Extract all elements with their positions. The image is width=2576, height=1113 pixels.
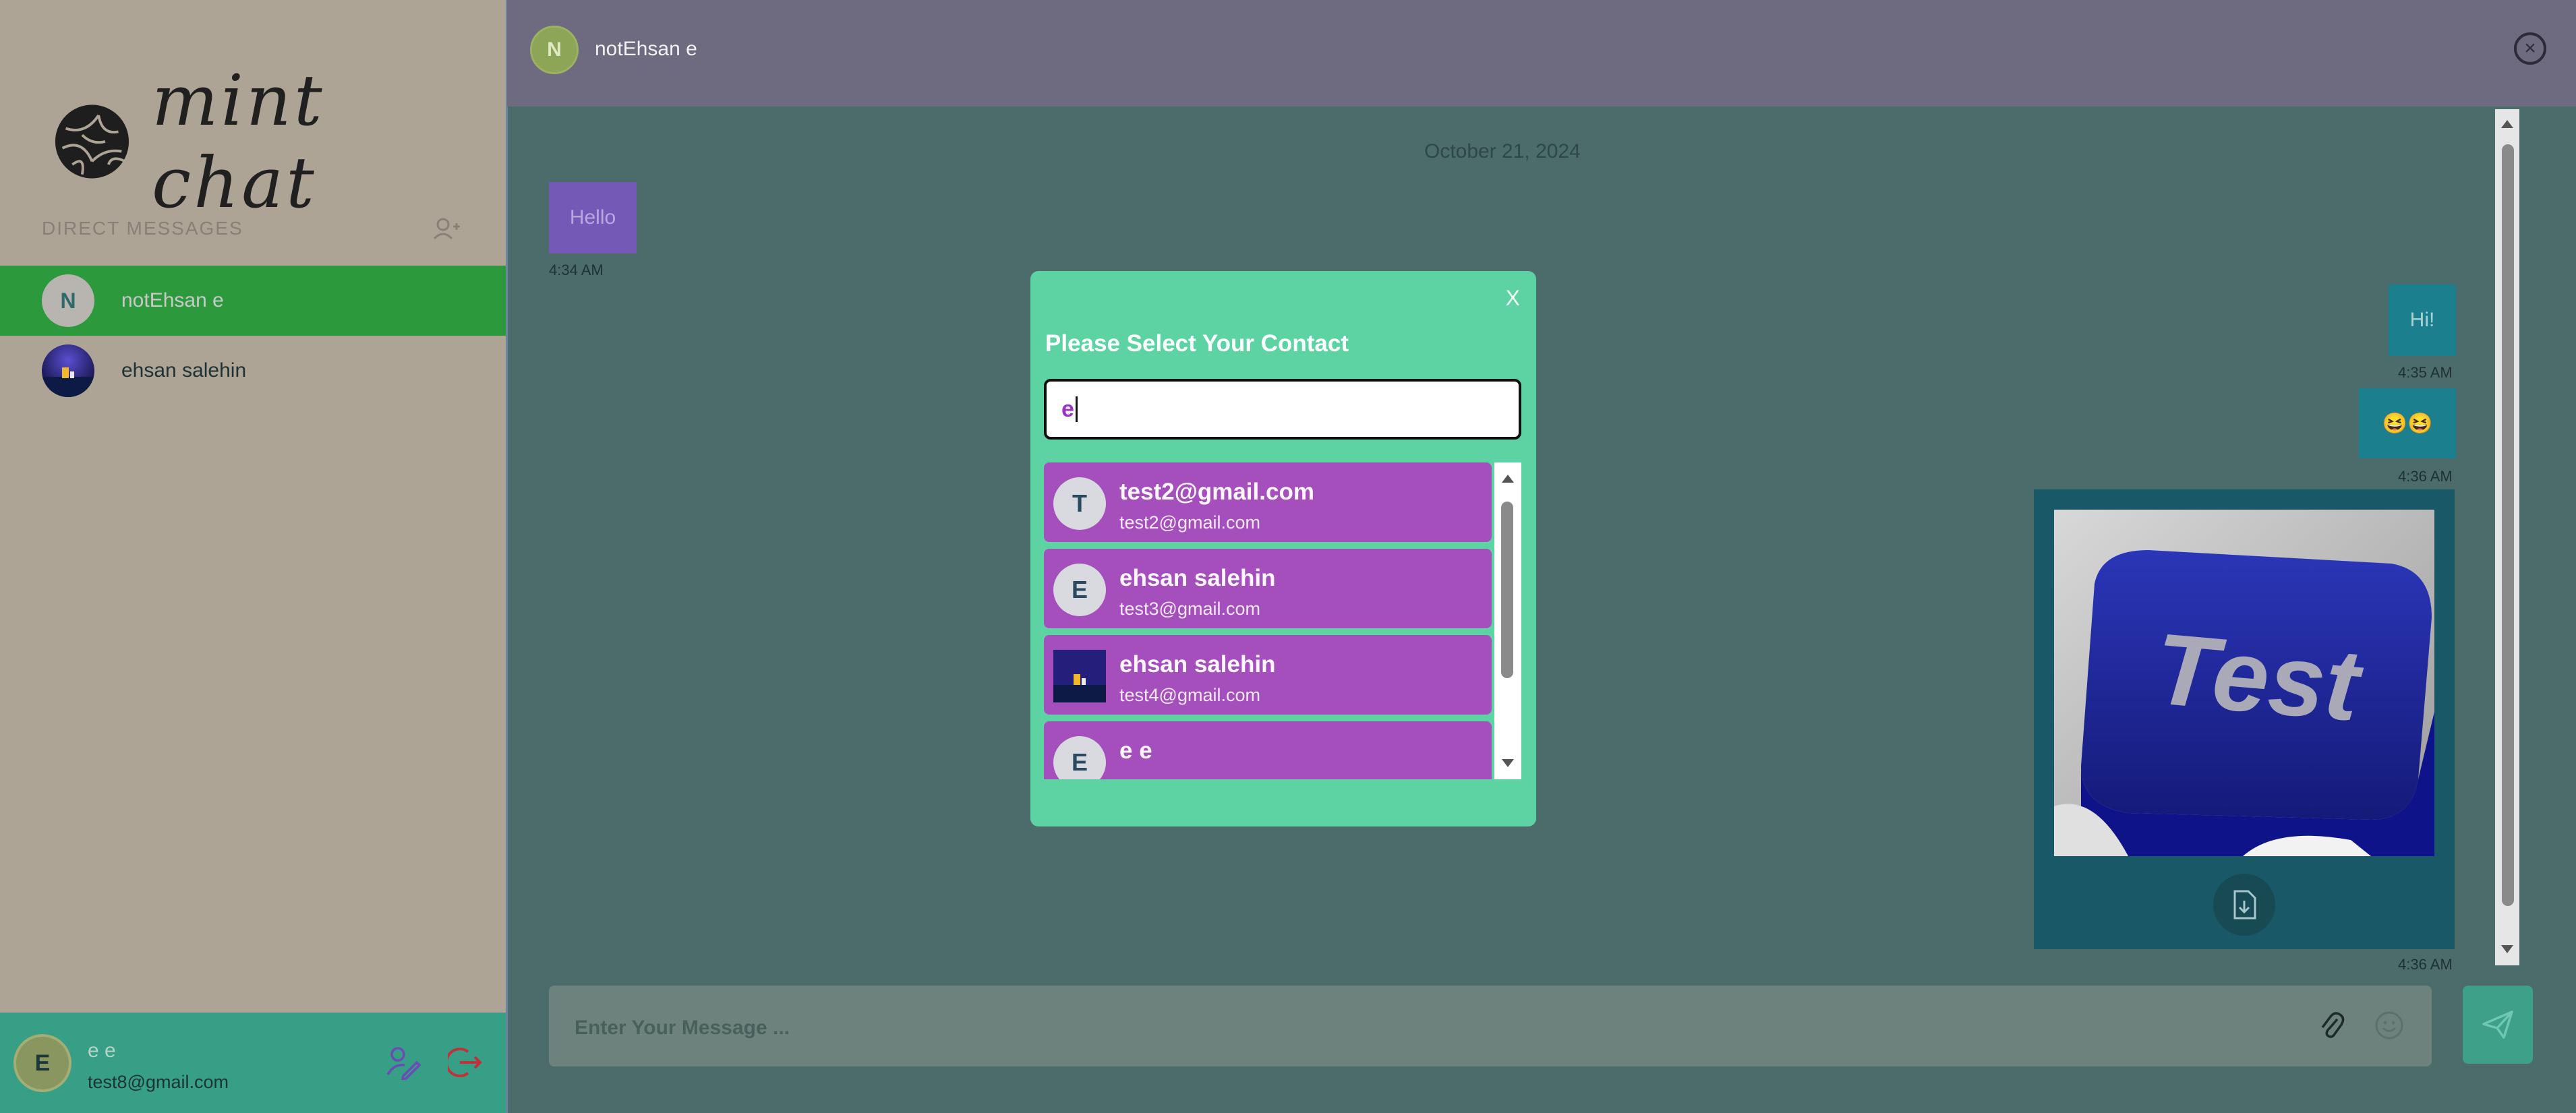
avatar: E bbox=[13, 1034, 71, 1092]
scroll-up-arrow-icon[interactable] bbox=[1502, 475, 1514, 483]
contact-result-name: ehsan salehin bbox=[1119, 651, 1276, 678]
contact-result-item[interactable]: ehsan salehin test4@gmail.com bbox=[1044, 635, 1492, 715]
contact-item-notehsan[interactable]: N notEhsan e bbox=[0, 266, 506, 336]
send-icon bbox=[2482, 1011, 2513, 1039]
current-user-bar: E e e test8@gmail.com bbox=[0, 1013, 506, 1113]
message-bubble-emoji: 😆😆 bbox=[2359, 388, 2456, 458]
chat-header: N notEhsan e × bbox=[507, 0, 2576, 107]
close-circle-icon[interactable]: × bbox=[2514, 32, 2546, 65]
avatar: T bbox=[1053, 477, 1106, 530]
contact-results-list: T test2@gmail.com test2@gmail.com E ehsa… bbox=[1044, 462, 1521, 779]
avatar bbox=[42, 344, 94, 397]
app-name: mint chat bbox=[151, 59, 325, 224]
contact-search-value: e bbox=[1061, 396, 1074, 422]
paperclip-icon[interactable] bbox=[2318, 1011, 2345, 1041]
text-caret bbox=[1075, 396, 1078, 422]
add-user-icon[interactable] bbox=[433, 217, 460, 240]
message-time: 4:36 AM bbox=[2398, 956, 2453, 973]
mint-chat-logo-icon bbox=[55, 104, 129, 179]
contact-result-name: test2@gmail.com bbox=[1119, 479, 1314, 505]
avatar-photo-icon bbox=[1053, 650, 1106, 702]
chat-scrollbar[interactable] bbox=[2495, 109, 2519, 965]
current-user-email: test8@gmail.com bbox=[88, 1072, 229, 1092]
download-file-icon[interactable] bbox=[2213, 874, 2275, 936]
contact-item-ehsan-salehin[interactable]: ehsan salehin bbox=[0, 336, 506, 406]
contact-result-item[interactable]: E e e bbox=[1044, 721, 1492, 779]
avatar bbox=[1053, 650, 1106, 702]
date-separator: October 21, 2024 bbox=[1424, 140, 1581, 162]
contact-result-name: ehsan salehin bbox=[1119, 565, 1276, 591]
direct-messages-title: DIRECT MESSAGES bbox=[42, 218, 243, 239]
contact-list-scrollbar[interactable] bbox=[1494, 462, 1521, 779]
select-contact-modal: X Please Select Your Contact e T test2@g… bbox=[1030, 271, 1536, 826]
image-text: Test bbox=[2150, 611, 2368, 742]
edit-profile-icon[interactable] bbox=[386, 1045, 421, 1080]
scroll-down-arrow-icon[interactable] bbox=[1502, 759, 1514, 767]
modal-close-button[interactable]: X bbox=[1506, 286, 1520, 311]
contact-list-scrollbar-thumb[interactable] bbox=[1501, 502, 1513, 678]
message-image-bubble: Test bbox=[2034, 489, 2455, 949]
contact-result-name: e e bbox=[1119, 738, 1152, 764]
direct-messages-header: DIRECT MESSAGES bbox=[42, 217, 460, 240]
emoji-icon[interactable] bbox=[2374, 1010, 2405, 1041]
avatar-photo-icon bbox=[42, 344, 94, 397]
modal-title: Please Select Your Contact bbox=[1045, 330, 1349, 357]
scroll-up-arrow-icon[interactable] bbox=[2501, 120, 2513, 128]
avatar: E bbox=[1053, 564, 1106, 616]
message-input[interactable]: Enter Your Message ... bbox=[549, 986, 2432, 1066]
message-image[interactable]: Test bbox=[2054, 510, 2434, 856]
contact-result-email: test4@gmail.com bbox=[1119, 685, 1260, 705]
contact-result-item[interactable]: E ehsan salehin test3@gmail.com bbox=[1044, 549, 1492, 628]
contact-result-item[interactable]: T test2@gmail.com test2@gmail.com bbox=[1044, 462, 1492, 542]
avatar: N bbox=[42, 274, 94, 327]
message-time: 4:35 AM bbox=[2398, 364, 2453, 381]
chat-contact-name: notEhsan e bbox=[595, 38, 697, 60]
message-time: 4:34 AM bbox=[549, 262, 604, 278]
send-button[interactable] bbox=[2463, 986, 2533, 1064]
message-bubble-incoming: Hello bbox=[549, 182, 637, 253]
app-logo: mint chat bbox=[53, 59, 506, 224]
contact-name: notEhsan e bbox=[121, 289, 224, 311]
logout-icon[interactable] bbox=[448, 1045, 483, 1080]
contact-result-email: test3@gmail.com bbox=[1119, 599, 1260, 619]
sidebar: mint chat DIRECT MESSAGES N notEhsan e e… bbox=[0, 0, 506, 1113]
message-time: 4:36 AM bbox=[2398, 468, 2453, 485]
scroll-down-arrow-icon[interactable] bbox=[2501, 945, 2513, 953]
contact-search-input[interactable]: e bbox=[1044, 379, 1521, 440]
contact-result-email: test2@gmail.com bbox=[1119, 512, 1260, 533]
contact-name: ehsan salehin bbox=[121, 359, 247, 382]
message-bubble-outgoing: Hi! bbox=[2389, 284, 2456, 356]
avatar: E bbox=[1053, 736, 1106, 779]
chat-scrollbar-thumb[interactable] bbox=[2502, 144, 2514, 906]
avatar: N bbox=[530, 26, 579, 74]
current-user-name: e e bbox=[88, 1040, 116, 1062]
message-input-placeholder: Enter Your Message ... bbox=[575, 1017, 790, 1039]
sidebar-divider bbox=[506, 0, 508, 1113]
